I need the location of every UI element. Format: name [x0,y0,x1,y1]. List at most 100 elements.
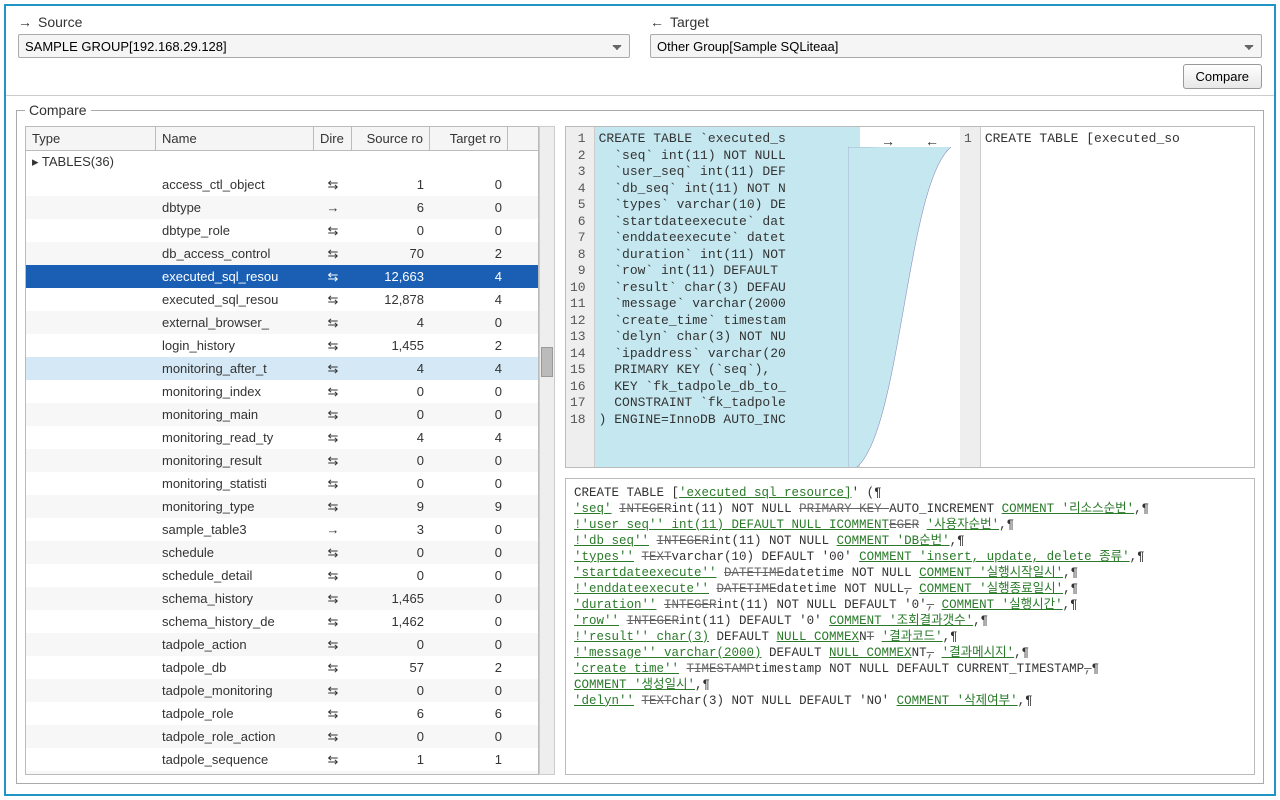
connection-panel: → Source SAMPLE GROUP[192.168.29.128] ← … [6,6,1274,96]
col-name[interactable]: Name [156,127,314,150]
cell-source: 4 [352,428,430,447]
cell-source: 0 [352,635,430,654]
cell-name: tadpole_db [156,658,314,677]
table-row[interactable]: monitoring_type⇆99 [26,495,538,518]
line-gutter-left: 123456789101112131415161718 [566,127,595,467]
table-row[interactable]: sample_table3→30 [26,518,538,541]
scrollbar-thumb[interactable] [541,347,553,377]
cell-target: 2 [430,658,508,677]
cell-source: 0 [352,566,430,585]
cell-name: tadpole_action [156,635,314,654]
cell-name: schema_history [156,589,314,608]
target-select[interactable]: Other Group[Sample SQLiteaa] [650,34,1262,58]
diff-pane: 123456789101112131415161718 CREATE TABLE… [565,126,1255,468]
table-row[interactable]: access_ctl_object⇆10 [26,173,538,196]
cell-source: 1,465 [352,589,430,608]
table-row[interactable]: tadpole_sequence⇆11 [26,748,538,771]
table-row[interactable]: executed_sql_resou⇆12,8784 [26,288,538,311]
direction-icon: ⇆ [314,175,352,195]
cell-name: dbtype_role [156,221,314,240]
cell-target: 6 [430,704,508,723]
cell-target: 0 [430,589,508,608]
table-row[interactable]: dbtype_role⇆00 [26,219,538,242]
table-row[interactable]: monitoring_main⇆00 [26,403,538,426]
direction-icon: ⇆ [314,428,352,448]
table-row[interactable]: monitoring_after_t⇆44 [26,357,538,380]
direction-icon: ⇆ [314,221,352,241]
vertical-scrollbar[interactable] [539,126,555,775]
cell-target: 1 [430,750,508,769]
cell-source: 12,663 [352,267,430,286]
table-row[interactable]: schema_history⇆1,4650 [26,587,538,610]
code-left[interactable]: CREATE TABLE `executed_s `seq` int(11) N… [595,127,860,467]
cell-source: 4 [352,313,430,332]
cell-target: 0 [430,566,508,585]
cell-source: 70 [352,244,430,263]
table-row[interactable]: tadpole_role_action⇆00 [26,725,538,748]
cell-source: 0 [352,474,430,493]
cell-name: monitoring_after_t [156,359,314,378]
direction-icon: → [314,198,352,217]
col-target[interactable]: Target ro [430,127,508,150]
table-row[interactable]: tadpole_role⇆66 [26,702,538,725]
table-row[interactable]: monitoring_read_ty⇆44 [26,426,538,449]
tree-root[interactable]: ▸ TABLES(36) [26,151,538,173]
table-row[interactable]: schedule_detail⇆00 [26,564,538,587]
table-row[interactable]: executed_sql_resou⇆12,6634 [26,265,538,288]
table-row[interactable]: tadpole_monitoring⇆00 [26,679,538,702]
cell-source: 6 [352,198,430,217]
cell-target: 0 [430,543,508,562]
cell-target: 0 [430,681,508,700]
table-row[interactable]: monitoring_result⇆00 [26,449,538,472]
direction-icon: ⇆ [314,497,352,517]
cell-source: 0 [352,405,430,424]
table-row[interactable]: tadpole_system⇆11 [26,771,538,774]
direction-icon: ⇆ [314,313,352,333]
direction-icon: ⇆ [314,727,352,747]
cell-source: 1,462 [352,612,430,631]
cell-target: 0 [430,612,508,631]
target-label: Target [670,14,709,30]
table-row[interactable]: db_access_control⇆702 [26,242,538,265]
cell-name: access_ctl_object [156,175,314,194]
table-row[interactable]: tadpole_action⇆00 [26,633,538,656]
source-select[interactable]: SAMPLE GROUP[192.168.29.128] [18,34,630,58]
arrow-right-icon: → [18,14,32,30]
table-row[interactable]: tadpole_db⇆572 [26,656,538,679]
code-right[interactable]: CREATE TABLE [executed_so [981,127,1254,467]
direction-icon: ⇆ [314,267,352,287]
merge-pane[interactable]: CREATE TABLE ['executed_sql_resource]' (… [565,478,1255,775]
cell-target: 0 [430,405,508,424]
table-row[interactable]: schema_history_de⇆1,4620 [26,610,538,633]
table-row[interactable]: monitoring_statisti⇆00 [26,472,538,495]
compare-legend: Compare [25,102,91,118]
cell-target: 4 [430,359,508,378]
table-row[interactable]: schedule⇆00 [26,541,538,564]
cell-target: 0 [430,727,508,746]
table-row[interactable]: dbtype→60 [26,196,538,219]
cell-name: monitoring_index [156,382,314,401]
cell-source: 4 [352,359,430,378]
arrow-left-icon: ← [650,14,664,30]
cell-name: db_access_control [156,244,314,263]
cell-name: schedule_detail [156,566,314,585]
cell-name: tadpole_system [156,773,314,774]
direction-icon: ⇆ [314,543,352,563]
col-source[interactable]: Source ro [352,127,430,150]
cell-target: 0 [430,313,508,332]
cell-name: monitoring_read_ty [156,428,314,447]
cell-name: executed_sql_resou [156,267,314,286]
compare-button[interactable]: Compare [1183,64,1262,89]
cell-target: 4 [430,428,508,447]
table-row[interactable]: external_browser_⇆40 [26,311,538,334]
direction-icon: ⇆ [314,566,352,586]
table-row[interactable]: login_history⇆1,4552 [26,334,538,357]
cell-name: monitoring_result [156,451,314,470]
table-row[interactable]: monitoring_index⇆00 [26,380,538,403]
col-dire[interactable]: Dire [314,127,352,150]
cell-source: 0 [352,221,430,240]
col-type[interactable]: Type [26,127,156,150]
cell-name: tadpole_monitoring [156,681,314,700]
cell-name: schema_history_de [156,612,314,631]
object-table: Type Name Dire Source ro Target ro ▸ TAB… [25,126,539,775]
